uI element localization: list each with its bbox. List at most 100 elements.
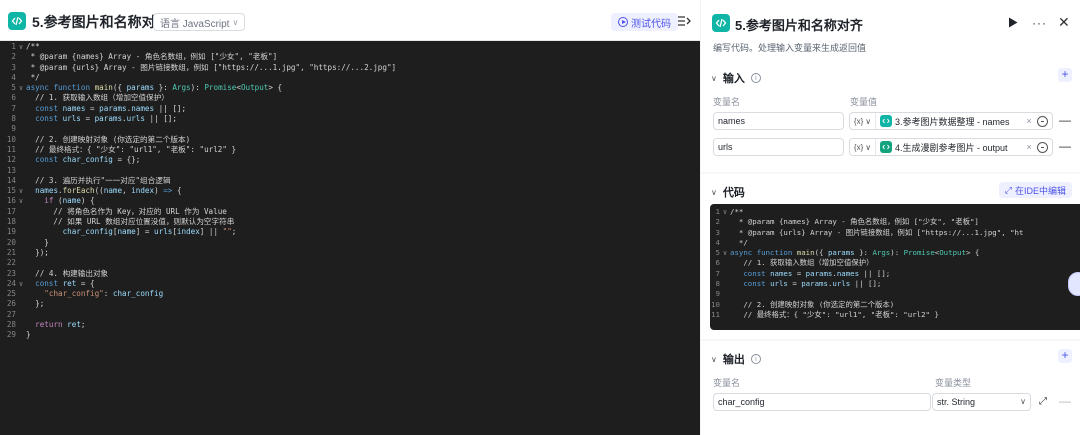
expand-icon[interactable]: ⤢	[1039, 396, 1047, 407]
code-text: // 将角色名作为 Key，对应的 URL 作为 Value	[26, 206, 227, 216]
remove-output-button[interactable]: —	[1059, 394, 1071, 408]
line-number: 10	[6, 134, 16, 144]
clear-icon[interactable]: ×	[1024, 142, 1034, 152]
code-editor[interactable]: 1 ∨/** 2 * @param {names} Array - 角色名数组，例如…	[0, 42, 700, 435]
output-name-field[interactable]: char_config	[713, 393, 931, 411]
line-number: 4	[715, 237, 720, 247]
code-line: 13	[0, 166, 700, 176]
info-icon[interactable]: i	[750, 354, 761, 364]
code-text: // 2. 创建映射对象 (你选定的第二个版本)	[26, 134, 191, 144]
reference-mode-select[interactable]: {x} ∨	[850, 113, 876, 129]
code-text: if (name) {	[44, 196, 95, 206]
line-number: 7	[11, 103, 16, 113]
remove-input-button[interactable]: —	[1059, 113, 1071, 127]
fold-toggle-icon	[16, 299, 26, 309]
edit-in-ide-label: 在IDE中编辑	[1014, 185, 1066, 196]
fold-toggle-icon	[16, 124, 26, 134]
fold-toggle-icon	[720, 279, 730, 289]
code-text: const names = params.names || [];	[35, 103, 187, 113]
run-node-icon[interactable]	[1008, 17, 1018, 28]
chevron-down-icon: ∨	[711, 73, 717, 83]
fold-toggle-icon	[16, 166, 26, 176]
add-input-button[interactable]: +	[1058, 68, 1072, 82]
output-col-name: 变量名	[713, 378, 741, 388]
code-line: 9	[0, 124, 700, 134]
fold-toggle-icon[interactable]: ∨	[16, 196, 26, 206]
line-number: 27	[6, 309, 16, 319]
remove-input-button[interactable]: —	[1059, 139, 1071, 153]
fold-toggle-icon	[16, 114, 26, 124]
line-number: 3	[715, 227, 720, 237]
line-number: 28	[6, 320, 16, 330]
image-gen-icon	[880, 141, 892, 153]
fold-toggle-icon	[16, 330, 26, 340]
fold-toggle-icon[interactable]: ∨	[16, 279, 26, 289]
code-text: return ret;	[35, 320, 86, 330]
fold-toggle-icon[interactable]: ∨	[720, 207, 730, 217]
input-section-header[interactable]: ∨ 输入 i	[711, 70, 761, 86]
line-number: 15	[6, 186, 16, 196]
output-section-header[interactable]: ∨ 输出 i	[711, 351, 761, 367]
fold-toggle-icon	[16, 238, 26, 248]
line-number: 8	[11, 114, 16, 124]
code-line: 5 ∨ async function main({ params }: Args):…	[0, 83, 700, 93]
node-title[interactable]: 5.参考图片和名称对齐	[735, 15, 863, 34]
code-line: 12 const char_config = {};	[0, 155, 700, 165]
fold-toggle-icon[interactable]: ∨	[16, 42, 26, 52]
info-icon[interactable]: i	[750, 73, 761, 83]
test-code-button[interactable]: 测试代码	[611, 13, 678, 31]
add-output-button[interactable]: +	[1058, 349, 1072, 363]
fold-toggle-icon[interactable]: ∨	[720, 248, 730, 258]
output-section: ∨ 输出 i + 变量名 变量类型 char_config	[701, 341, 1080, 435]
fold-toggle-icon	[16, 145, 26, 155]
fold-toggle-icon	[16, 248, 26, 258]
line-number: 12	[6, 155, 16, 165]
code-line: 4 */	[0, 73, 700, 83]
fold-toggle-icon	[16, 207, 26, 217]
code-line: 25 "char_config": char_config	[0, 289, 700, 299]
line-number: 23	[6, 268, 16, 278]
line-number: 20	[6, 237, 16, 247]
reference-mode-select[interactable]: {x} ∨	[850, 139, 876, 155]
line-number: 9	[715, 289, 720, 299]
input-reference-field[interactable]: {x} ∨ 4.生成漫剧参考图片 - output ×	[849, 138, 1053, 156]
clear-icon[interactable]: ×	[1024, 116, 1034, 126]
input-reference-field[interactable]: {x} ∨ 3.参考图片数据整理 - names ×	[849, 112, 1053, 130]
code-text: const names = params.names || [];	[743, 268, 891, 278]
chevron-down-icon: ∨	[711, 354, 717, 364]
variable-picker-icon[interactable]	[1037, 115, 1048, 127]
code-text: "char_config": char_config	[44, 289, 164, 299]
code-line: 22	[0, 258, 700, 268]
line-number: 2	[11, 52, 16, 62]
side-handle[interactable]	[1068, 272, 1080, 296]
language-select[interactable]: 语言 JavaScript ∨	[153, 13, 246, 31]
line-number: 3	[11, 62, 16, 72]
edit-in-ide-button[interactable]: ⤢ 在IDE中编辑	[998, 182, 1072, 198]
code-text: const urls = params.urls || [];	[35, 114, 177, 124]
collapse-panel-icon[interactable]	[677, 14, 691, 28]
code-section-header[interactable]: ∨ 代码	[711, 184, 745, 200]
more-options-icon[interactable]: ···	[1032, 16, 1047, 30]
line-number: 19	[6, 227, 16, 237]
line-number: 22	[6, 258, 16, 268]
variable-icon: {x}	[853, 142, 864, 152]
code-text: async function main({ params }: Args): P…	[26, 83, 283, 93]
fold-toggle-icon	[720, 217, 730, 227]
output-type-select[interactable]: str. String ∨	[932, 393, 1031, 411]
input-name-field[interactable]: names	[713, 112, 844, 130]
code-heading: 代码	[722, 187, 745, 199]
line-number: 6	[11, 93, 16, 103]
code-preview[interactable]: 1 ∨/** 2 * @param {names} Array - 角色名数组，例如…	[710, 204, 1080, 330]
input-name-field[interactable]: urls	[713, 138, 844, 156]
code-text: const char_config = {};	[35, 155, 141, 165]
variable-picker-icon[interactable]	[1037, 141, 1048, 153]
code-line: 26 };	[0, 299, 700, 309]
close-icon[interactable]: ✕	[1058, 14, 1070, 31]
fold-toggle-icon[interactable]: ∨	[16, 186, 26, 196]
line-number: 18	[6, 217, 16, 227]
fold-toggle-icon[interactable]: ∨	[16, 83, 26, 93]
line-number: 10	[711, 299, 720, 309]
fold-toggle-icon	[16, 52, 26, 62]
fold-toggle-icon	[16, 289, 26, 299]
code-line: 10 // 2. 创建映射对象 (你选定的第二个版本)	[710, 300, 1080, 310]
